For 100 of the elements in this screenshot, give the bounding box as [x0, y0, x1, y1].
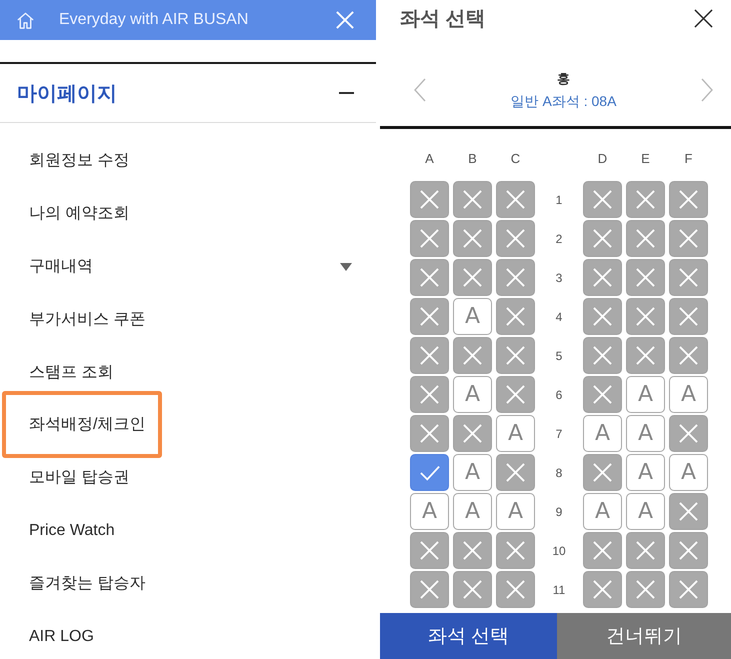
seat[interactable]: A — [453, 298, 492, 335]
seat[interactable] — [496, 532, 535, 569]
seat[interactable]: A — [626, 493, 665, 530]
seat[interactable] — [453, 259, 492, 296]
menu-item[interactable]: 모바일 탑승권 — [29, 468, 130, 488]
seat[interactable] — [626, 337, 665, 374]
seat[interactable] — [496, 259, 535, 296]
chevron-left-icon[interactable] — [414, 78, 426, 102]
cross-icon — [679, 190, 698, 209]
seat[interactable] — [410, 454, 449, 491]
seat[interactable] — [626, 571, 665, 608]
seat[interactable] — [583, 454, 622, 491]
seat[interactable] — [626, 298, 665, 335]
seat[interactable] — [583, 220, 622, 257]
seat[interactable] — [410, 376, 449, 413]
cross-icon — [420, 307, 439, 326]
seat[interactable] — [669, 415, 708, 452]
seat[interactable] — [669, 532, 708, 569]
seat[interactable] — [669, 493, 708, 530]
skip-button[interactable]: 건너뛰기 — [557, 613, 731, 659]
cross-icon — [420, 580, 439, 599]
cross-icon — [463, 229, 482, 248]
seat[interactable] — [669, 337, 708, 374]
seat[interactable] — [496, 181, 535, 218]
menu-item[interactable]: 스탬프 조회 — [29, 362, 114, 383]
seat[interactable]: A — [583, 493, 622, 530]
seat[interactable] — [583, 298, 622, 335]
seat[interactable] — [453, 532, 492, 569]
seat[interactable] — [496, 376, 535, 413]
minus-icon[interactable] — [339, 92, 354, 94]
seat[interactable] — [453, 337, 492, 374]
cross-icon — [679, 268, 698, 287]
menu-item[interactable]: 구매내역 — [29, 256, 93, 277]
seat[interactable] — [583, 532, 622, 569]
seat[interactable] — [669, 181, 708, 218]
seat[interactable] — [410, 220, 449, 257]
seat[interactable]: A — [626, 415, 665, 452]
cross-icon — [420, 190, 439, 209]
close-icon[interactable] — [694, 8, 713, 28]
seat[interactable] — [410, 571, 449, 608]
seat[interactable] — [496, 337, 535, 374]
seat[interactable] — [410, 337, 449, 374]
seat[interactable] — [583, 259, 622, 296]
seat[interactable] — [583, 376, 622, 413]
row-number: 8 — [554, 466, 564, 480]
seat[interactable]: A — [496, 493, 535, 530]
seat[interactable] — [496, 454, 535, 491]
seat[interactable]: A — [626, 376, 665, 413]
seat[interactable] — [583, 337, 622, 374]
seat[interactable] — [410, 532, 449, 569]
seat[interactable] — [626, 532, 665, 569]
seat[interactable] — [453, 415, 492, 452]
row-number: 2 — [554, 232, 564, 246]
seat[interactable] — [410, 181, 449, 218]
menu-item[interactable]: 회원정보 수정 — [29, 151, 130, 172]
menu-item[interactable]: AIR LOG — [29, 626, 94, 647]
seat[interactable] — [453, 571, 492, 608]
seat[interactable] — [583, 181, 622, 218]
seat[interactable] — [496, 571, 535, 608]
seat[interactable] — [496, 220, 535, 257]
cross-icon — [506, 268, 525, 287]
select-seat-button[interactable]: 좌석 선택 — [380, 613, 557, 659]
seat[interactable] — [626, 181, 665, 218]
seat[interactable] — [453, 181, 492, 218]
seat[interactable]: A — [669, 376, 708, 413]
seat[interactable]: A — [583, 415, 622, 452]
menu-item[interactable]: 좌석배정/체크인 — [29, 415, 146, 436]
seat[interactable] — [626, 220, 665, 257]
menu-item[interactable]: 즐겨찾는 탑승자 — [29, 574, 146, 594]
cross-icon — [636, 541, 655, 560]
seat[interactable]: A — [453, 454, 492, 491]
menu-item[interactable]: Price Watch — [29, 520, 115, 541]
seat[interactable] — [410, 259, 449, 296]
seat[interactable]: A — [410, 493, 449, 530]
seat[interactable] — [410, 415, 449, 452]
menu-item[interactable]: 나의 예약조회 — [29, 204, 130, 224]
seat[interactable] — [410, 298, 449, 335]
seat[interactable] — [583, 571, 622, 608]
section-title[interactable]: 마이페이지 — [17, 80, 117, 106]
cross-icon — [506, 190, 525, 209]
seat[interactable] — [669, 298, 708, 335]
cross-icon — [506, 541, 525, 560]
seat[interactable] — [626, 259, 665, 296]
seat[interactable] — [496, 298, 535, 335]
home-icon[interactable] — [16, 10, 35, 30]
chevron-right-icon[interactable] — [701, 78, 713, 102]
seat[interactable]: A — [453, 376, 492, 413]
seat[interactable]: A — [453, 493, 492, 530]
seat[interactable] — [453, 220, 492, 257]
triangle-down-icon[interactable] — [340, 262, 352, 271]
passenger-name: 홍 — [557, 70, 570, 88]
menu-item[interactable]: 부가서비스 쿠폰 — [29, 310, 146, 330]
row-number: 11 — [552, 582, 566, 596]
seat[interactable]: A — [496, 415, 535, 452]
seat[interactable] — [669, 259, 708, 296]
seat[interactable]: A — [669, 454, 708, 491]
cross-icon — [636, 190, 655, 209]
seat[interactable] — [669, 571, 708, 608]
seat[interactable] — [669, 220, 708, 257]
seat[interactable]: A — [626, 454, 665, 491]
